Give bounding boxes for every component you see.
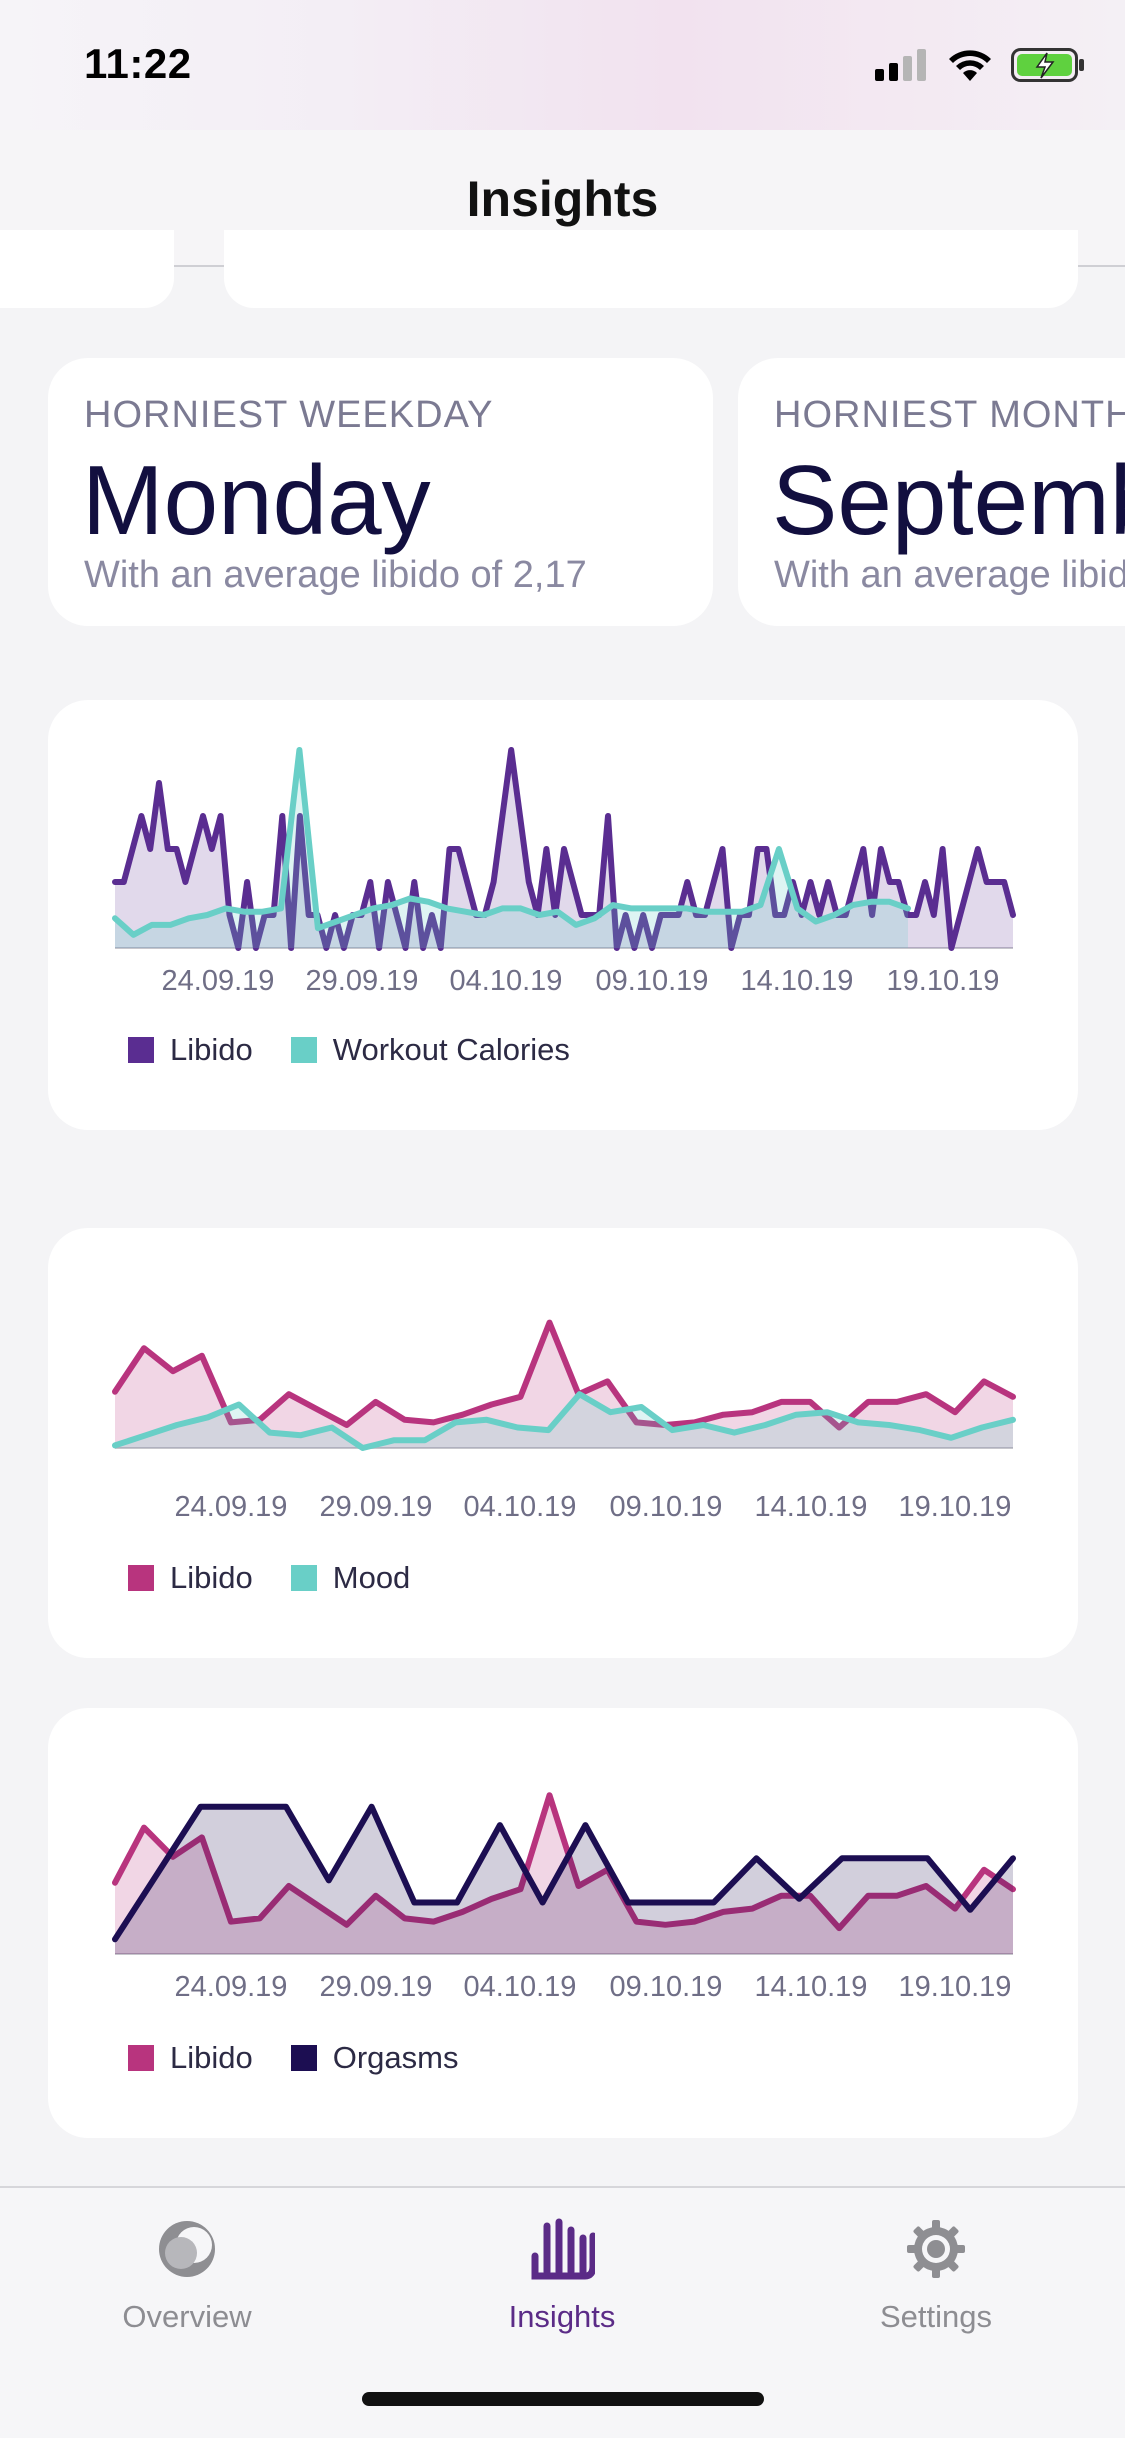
x-tick-label: 24.09.19 <box>175 1491 288 1523</box>
x-tick-label: 14.10.19 <box>755 1971 868 2003</box>
legend-swatch <box>128 2045 154 2071</box>
x-tick-label: 29.09.19 <box>306 965 419 997</box>
x-tick-label: 04.10.19 <box>450 965 563 997</box>
legend-swatch <box>290 1037 317 1063</box>
signal-icon <box>875 49 926 81</box>
x-tick-label: 19.10.19 <box>887 965 1000 997</box>
series-area-orgasms <box>115 1806 1013 1954</box>
chart-libido-workout: 24.09.19 29.09.19 04.10.19 09.10.19 14.10.19… <box>112 747 1016 997</box>
tab-label: Insights <box>508 2299 616 2334</box>
insights-icon <box>531 2218 597 2280</box>
legend-item-workout-calories: Workout Calories <box>290 1032 570 1068</box>
tab-overview[interactable]: Overview <box>37 2218 337 2335</box>
partial-card-center <box>224 230 1078 308</box>
x-tick-label: 24.09.19 <box>175 1971 288 2003</box>
x-tick-label: 14.10.19 <box>755 1491 868 1523</box>
home-indicator[interactable] <box>362 2392 764 2406</box>
legend-item-libido: Libido <box>128 1560 253 1596</box>
legend-label: Libido <box>170 2040 253 2075</box>
x-tick-label: 04.10.19 <box>464 1491 577 1523</box>
page-title: Insights <box>466 171 659 227</box>
status-time: 11:22 <box>84 40 192 87</box>
x-tick-label: 19.10.19 <box>899 1971 1012 2003</box>
legend-label: Workout Calories <box>332 1032 570 1067</box>
stat-subtitle: With an average libido of 2,17 <box>84 554 587 596</box>
legend-swatch <box>128 1565 154 1591</box>
x-tick-label: 19.10.19 <box>899 1491 1012 1523</box>
stat-value: Monday <box>82 445 431 555</box>
overview-icon <box>159 2221 215 2277</box>
x-tick-label: 09.10.19 <box>610 1971 723 2003</box>
stat-subtitle: With an average libido of 2,54 <box>774 554 1125 596</box>
wifi-icon <box>949 50 991 81</box>
chart-legend: Libido Mood <box>128 1560 428 1596</box>
status-icons <box>875 48 1085 82</box>
x-tick-label: 04.10.19 <box>464 1971 577 2003</box>
tab-settings[interactable]: Settings <box>786 2218 1086 2335</box>
legend-swatch <box>128 1037 154 1063</box>
x-tick-label: 24.09.19 <box>162 965 275 997</box>
legend-swatch <box>290 1565 317 1591</box>
legend-label: Orgasms <box>332 2040 459 2075</box>
tab-label: Overview <box>122 2299 252 2334</box>
x-tick-label: 29.09.19 <box>320 1491 433 1523</box>
stat-label: HORNIEST MONTH <box>774 394 1125 436</box>
chart-libido-orgasms: 24.09.19 29.09.19 04.10.19 09.10.19 14.10.19… <box>112 1792 1016 2003</box>
x-tick-label: 29.09.19 <box>320 1971 433 2003</box>
battery-icon <box>1011 48 1084 82</box>
partial-card-left <box>0 230 174 308</box>
x-tick-label: 09.10.19 <box>596 965 709 997</box>
legend-label: Libido <box>170 1560 253 1595</box>
chart-legend: Libido Workout Calories <box>128 1032 588 1068</box>
legend-item-libido: Libido <box>128 1032 253 1068</box>
legend-label: Mood <box>332 1560 411 1595</box>
x-tick-label: 14.10.19 <box>741 965 854 997</box>
settings-icon <box>907 2220 965 2278</box>
legend-item-orgasms: Orgasms <box>290 2040 459 2076</box>
x-tick-label: 09.10.19 <box>610 1491 723 1523</box>
chart-libido-mood: 24.09.19 29.09.19 04.10.19 09.10.19 14.10.19… <box>112 1319 1016 1523</box>
stat-value: September <box>772 445 1125 555</box>
stat-label: HORNIEST WEEKDAY <box>84 394 494 436</box>
tab-label: Settings <box>879 2299 992 2334</box>
legend-item-mood: Mood <box>290 1560 411 1596</box>
chart-legend: Libido Orgasms <box>128 2040 477 2076</box>
status-bar: 11:22 <box>0 0 1125 130</box>
chart-card-libido-mood[interactable]: 24.09.19 29.09.19 04.10.19 09.10.19 14.10.19… <box>48 1228 1078 1658</box>
chart-card-libido-orgasms[interactable]: 24.09.19 29.09.19 04.10.19 09.10.19 14.10.19… <box>48 1708 1078 2138</box>
chart-card-libido-workout[interactable]: 24.09.19 29.09.19 04.10.19 09.10.19 14.10.19… <box>48 700 1078 1130</box>
tab-insights[interactable]: Insights <box>412 2218 712 2335</box>
stat-card-month[interactable]: HORNIEST MONTH September With an average… <box>738 358 1125 626</box>
legend-label: Libido <box>170 1032 253 1067</box>
legend-item-libido: Libido <box>128 2040 253 2076</box>
stat-card-weekday[interactable]: HORNIEST WEEKDAY Monday With an average … <box>48 358 713 626</box>
legend-swatch <box>290 2045 317 2071</box>
